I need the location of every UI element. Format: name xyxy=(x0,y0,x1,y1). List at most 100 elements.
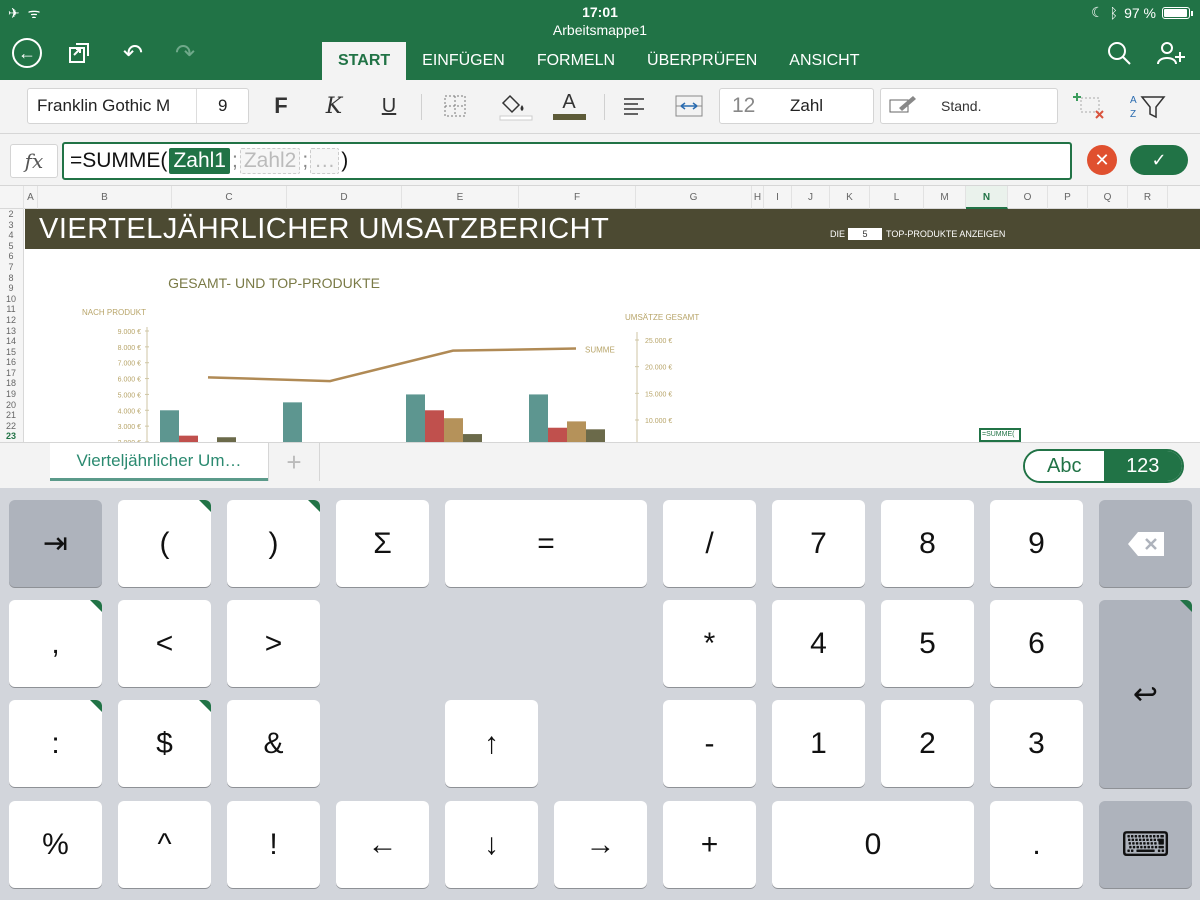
column-header-k[interactable]: K xyxy=(830,186,870,209)
row-header-21[interactable]: 21 xyxy=(0,410,22,421)
row-header-22[interactable]: 22 xyxy=(0,421,22,432)
bold-button[interactable]: F xyxy=(264,90,298,122)
keyboard-mode-toggle[interactable]: Abc 123 xyxy=(1023,449,1184,483)
keyboard-abc-option[interactable]: Abc xyxy=(1025,451,1104,481)
active-cell[interactable]: =SUMME( xyxy=(979,428,1021,442)
row-header-15[interactable]: 15 xyxy=(0,347,22,358)
column-header-j[interactable]: J xyxy=(792,186,830,209)
key-greater-than[interactable]: > xyxy=(227,600,320,687)
key-arrow-down[interactable]: ↓ xyxy=(445,801,538,888)
key-tab[interactable]: ⇥ xyxy=(9,500,102,587)
share-file-icon[interactable] xyxy=(62,36,96,70)
key-4[interactable]: 4 xyxy=(772,600,865,687)
key-decimal[interactable]: . xyxy=(990,801,1083,888)
column-header-h[interactable]: H xyxy=(752,186,764,209)
key-slash[interactable]: / xyxy=(663,500,756,587)
key-9[interactable]: 9 xyxy=(990,500,1083,587)
row-header-20[interactable]: 20 xyxy=(0,400,22,411)
row-header-6[interactable]: 6 xyxy=(0,251,22,262)
key-minus[interactable]: - xyxy=(663,700,756,787)
row-header-23[interactable]: 23 xyxy=(0,431,22,442)
row-header-16[interactable]: 16 xyxy=(0,357,22,368)
key-return[interactable]: ↩ xyxy=(1099,600,1192,788)
redo-button[interactable]: ↷ xyxy=(168,36,202,70)
column-header-q[interactable]: Q xyxy=(1088,186,1128,209)
search-button[interactable] xyxy=(1102,36,1136,70)
key-plus[interactable]: + xyxy=(663,801,756,888)
column-header-p[interactable]: P xyxy=(1048,186,1088,209)
worksheet[interactable]: VIERTELJÄHRLICHER UMSATZBERICHT DIE 5 TO… xyxy=(25,209,1200,442)
font-color-button[interactable]: A xyxy=(552,90,586,122)
formula-arg-active[interactable]: Zahl1 xyxy=(169,148,230,174)
key-8[interactable]: 8 xyxy=(881,500,974,587)
select-all-corner[interactable] xyxy=(0,186,24,209)
column-width-button[interactable] xyxy=(672,90,706,122)
column-header-o[interactable]: O xyxy=(1008,186,1048,209)
tab-überprüfen[interactable]: ÜBERPRÜFEN xyxy=(631,42,773,80)
italic-button[interactable]: K xyxy=(317,90,351,122)
key-comma[interactable]: , xyxy=(9,600,102,687)
column-header-b[interactable]: B xyxy=(38,186,172,209)
key-ampersand[interactable]: & xyxy=(227,700,320,787)
row-header-11[interactable]: 11 xyxy=(0,304,22,315)
column-header-d[interactable]: D xyxy=(287,186,402,209)
key-6[interactable]: 6 xyxy=(990,600,1083,687)
row-header-18[interactable]: 18 xyxy=(0,378,22,389)
key-1[interactable]: 1 xyxy=(772,700,865,787)
row-header-2[interactable]: 2 xyxy=(0,209,22,220)
undo-button[interactable]: ↶ xyxy=(116,36,150,70)
key-0[interactable]: 0 xyxy=(772,801,974,888)
row-header-13[interactable]: 13 xyxy=(0,326,22,337)
column-header-r[interactable]: R xyxy=(1128,186,1168,209)
row-header-4[interactable]: 4 xyxy=(0,230,22,241)
key-exclamation[interactable]: ! xyxy=(227,801,320,888)
font-picker[interactable]: Franklin Gothic M 9 xyxy=(27,88,249,124)
column-header-f[interactable]: F xyxy=(519,186,636,209)
key-percent[interactable]: % xyxy=(9,801,102,888)
insert-delete-button[interactable] xyxy=(1072,90,1106,122)
tab-formeln[interactable]: FORMELN xyxy=(521,42,631,80)
key-equals[interactable]: = xyxy=(445,500,647,587)
formula-input[interactable]: =SUMME( Zahl1 ; Zahl2 ; … ) xyxy=(62,142,1072,180)
sort-filter-button[interactable]: AZ xyxy=(1128,90,1168,122)
key-colon[interactable]: : xyxy=(9,700,102,787)
keyboard-numeric-option[interactable]: 123 xyxy=(1103,451,1182,481)
back-button[interactable]: ← xyxy=(10,36,44,70)
key-3[interactable]: 3 xyxy=(990,700,1083,787)
key-close-paren[interactable]: ) xyxy=(227,500,320,587)
row-header-8[interactable]: 8 xyxy=(0,273,22,284)
row-header-5[interactable]: 5 xyxy=(0,241,22,252)
align-button[interactable] xyxy=(617,90,651,122)
formula-arg-placeholder[interactable]: … xyxy=(310,148,340,174)
row-header-19[interactable]: 19 xyxy=(0,389,22,400)
confirm-formula-button[interactable]: ✓ xyxy=(1130,145,1188,175)
tab-ansicht[interactable]: ANSICHT xyxy=(773,42,875,80)
row-header-17[interactable]: 17 xyxy=(0,368,22,379)
top-n-input[interactable]: 5 xyxy=(848,228,882,240)
key-arrow-right[interactable]: → xyxy=(554,801,647,888)
key-less-than[interactable]: < xyxy=(118,600,211,687)
key-multiply[interactable]: * xyxy=(663,600,756,687)
column-header-n[interactable]: N xyxy=(966,186,1008,209)
sales-chart[interactable]: GESAMT- UND TOP-PRODUKTE NACH PRODUKT UM… xyxy=(65,249,765,442)
column-header-i[interactable]: I xyxy=(764,186,792,209)
add-sheet-button[interactable]: + xyxy=(268,443,320,481)
column-header-g[interactable]: G xyxy=(636,186,752,209)
tab-einfügen[interactable]: EINFÜGEN xyxy=(406,42,521,80)
font-size[interactable]: 9 xyxy=(196,89,248,123)
key-arrow-up[interactable]: ↑ xyxy=(445,700,538,787)
column-header-a[interactable]: A xyxy=(24,186,38,209)
share-person-button[interactable] xyxy=(1154,36,1188,70)
underline-button[interactable]: U xyxy=(372,90,406,122)
key-caret[interactable]: ^ xyxy=(118,801,211,888)
column-header-e[interactable]: E xyxy=(402,186,519,209)
key-5[interactable]: 5 xyxy=(881,600,974,687)
key-open-paren[interactable]: ( xyxy=(118,500,211,587)
key-2[interactable]: 2 xyxy=(881,700,974,787)
fill-color-button[interactable] xyxy=(498,90,534,122)
key-arrow-left[interactable]: ← xyxy=(336,801,429,888)
row-header-9[interactable]: 9 xyxy=(0,283,22,294)
cell-style-picker[interactable]: Stand. xyxy=(880,88,1058,124)
row-header-14[interactable]: 14 xyxy=(0,336,22,347)
formula-arg-placeholder[interactable]: Zahl2 xyxy=(239,148,301,174)
